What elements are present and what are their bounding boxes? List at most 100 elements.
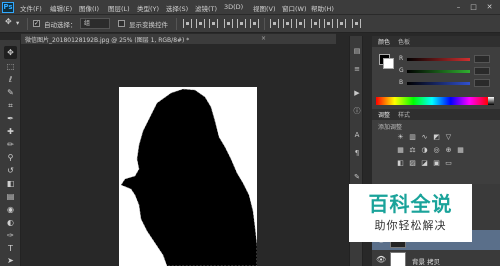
color-spectrum-bar[interactable] [376, 97, 488, 105]
auto-align-icon[interactable] [352, 19, 361, 28]
layer-thumbnail [390, 252, 406, 266]
color-balance-icon[interactable]: ⚖ [408, 146, 417, 155]
background-color-swatch[interactable] [383, 58, 394, 69]
exposure-icon[interactable]: ◩ [432, 133, 441, 142]
curves-icon[interactable]: ∿ [420, 133, 429, 142]
menu-layer[interactable]: 图层(L) [108, 3, 130, 13]
tab-swatches[interactable]: 色板 [398, 37, 410, 46]
info-panel-icon[interactable]: ⓘ [352, 106, 362, 116]
history-panel-icon[interactable]: ▤ [352, 46, 362, 56]
align-right-icon[interactable] [250, 19, 259, 28]
channel-mixer-icon[interactable]: ⊕ [444, 146, 453, 155]
photo-filter-icon[interactable]: ◎ [432, 146, 441, 155]
vibrance-icon[interactable]: ▽ [444, 133, 453, 142]
show-transform-checkbox[interactable] [118, 20, 125, 27]
adjustments-panel-tabs: 调整 样式 [372, 109, 500, 120]
move-tool-preset-icon[interactable]: ✥ [5, 17, 12, 26]
photoshop-logo: Ps [2, 2, 14, 13]
document-tab-title: 微信图片_20180128192B.jpg @ 25% (图层 1, RGB/8… [25, 37, 190, 44]
distribute-right-icon[interactable] [337, 19, 346, 28]
menu-view[interactable]: 视图(V) [253, 3, 276, 13]
chevron-down-icon[interactable]: ▾ [16, 19, 19, 27]
grayscale-ramp[interactable] [488, 97, 494, 105]
menu-select[interactable]: 选择(S) [166, 3, 188, 13]
menu-window[interactable]: 窗口(W) [282, 3, 307, 13]
layer-name: 背景 拷贝 [412, 258, 441, 266]
slider-value-g[interactable] [474, 67, 490, 75]
stamp-tool-icon[interactable]: ⚲ [4, 151, 17, 164]
threshold-icon[interactable]: ◪ [420, 159, 429, 168]
menu-file[interactable]: 文件(F) [20, 3, 42, 13]
align-top-icon[interactable] [183, 19, 192, 28]
align-bottom-icon[interactable] [209, 19, 218, 28]
properties-panel-icon[interactable]: ≡ [352, 64, 362, 74]
layer-row[interactable]: 👁 背景 拷贝 [372, 250, 500, 266]
brush-panel-icon[interactable]: ✎ [352, 172, 362, 182]
close-icon[interactable]: ✕ [484, 2, 495, 12]
canvas-area[interactable] [21, 44, 337, 266]
healing-tool-icon[interactable]: ✚ [4, 125, 17, 138]
menu-image[interactable]: 图像(I) [79, 3, 99, 13]
invert-icon[interactable]: ◧ [396, 159, 405, 168]
quick-select-tool-icon[interactable]: ✎ [4, 86, 17, 99]
minimize-icon[interactable]: – [453, 2, 464, 12]
slider-label-b: B [399, 79, 404, 86]
tab-color[interactable]: 颜色 [378, 37, 390, 46]
blur-tool-icon[interactable]: ◉ [4, 203, 17, 216]
distribute-left-icon[interactable] [311, 19, 320, 28]
posterize-icon[interactable]: ▨ [408, 159, 417, 168]
slider-r[interactable] [407, 58, 470, 61]
marquee-tool-icon[interactable]: ⬚ [4, 60, 17, 73]
distribute-top-icon[interactable] [270, 19, 279, 28]
distribute-bottom-icon[interactable] [296, 19, 305, 28]
slider-g[interactable] [407, 70, 470, 73]
color-lookup-icon[interactable]: ▦ [456, 146, 465, 155]
distribute-vcenter-icon[interactable] [283, 19, 292, 28]
path-select-tool-icon[interactable]: ➤ [4, 254, 17, 266]
actions-panel-icon[interactable]: ▶ [352, 88, 362, 98]
hue-saturation-icon[interactable]: ▦ [396, 146, 405, 155]
dodge-tool-icon[interactable]: ◐ [4, 216, 17, 229]
tab-adjustments[interactable]: 调整 [378, 110, 390, 119]
brightness-icon[interactable]: ☀ [396, 133, 405, 142]
watermark-subtitle: 助你轻松解决 [374, 219, 447, 232]
align-vcenter-icon[interactable] [196, 19, 205, 28]
pen-tool-icon[interactable]: ✑ [4, 229, 17, 242]
levels-icon[interactable]: ▥ [408, 133, 417, 142]
watermark-badge: 百科全说 助你轻松解决 [349, 184, 472, 242]
document-tab[interactable]: 微信图片_20180128192B.jpg @ 25% (图层 1, RGB/8… [21, 33, 336, 44]
history-brush-tool-icon[interactable]: ↺ [4, 164, 17, 177]
options-bar: ✥ ▾ ✓ 自动选择： 组 显示变换控件 [0, 15, 500, 33]
align-left-icon[interactable] [224, 19, 233, 28]
tab-styles[interactable]: 样式 [398, 110, 410, 119]
eyedropper-tool-icon[interactable]: ✒ [4, 112, 17, 125]
menu-help[interactable]: 帮助(H) [311, 3, 334, 13]
watermark-title: 百科全说 [368, 192, 453, 216]
slider-value-b[interactable] [474, 79, 490, 87]
brush-tool-icon[interactable]: ✏ [4, 138, 17, 151]
menu-3d[interactable]: 3D(D) [224, 3, 243, 11]
gradient-map-icon[interactable]: ▭ [444, 159, 453, 168]
menu-type[interactable]: 类型(Y) [137, 3, 159, 13]
character-panel-icon[interactable]: A [352, 130, 362, 140]
lasso-tool-icon[interactable]: ℓ [4, 73, 17, 86]
align-hcenter-icon[interactable] [237, 19, 246, 28]
document-close-icon[interactable]: × [261, 35, 266, 42]
crop-tool-icon[interactable]: ⌗ [4, 99, 17, 112]
slider-b[interactable] [407, 82, 470, 85]
auto-select-dropdown[interactable]: 组 [80, 18, 110, 29]
color-panel-tabs: 颜色 色板 [372, 36, 500, 47]
paragraph-panel-icon[interactable]: ¶ [352, 148, 362, 158]
gradient-tool-icon[interactable]: ▤ [4, 190, 17, 203]
menu-filter[interactable]: 滤镜(T) [195, 3, 217, 13]
eraser-tool-icon[interactable]: ◧ [4, 177, 17, 190]
black-white-icon[interactable]: ◑ [420, 146, 429, 155]
visibility-eye-icon[interactable]: 👁 [376, 255, 386, 264]
distribute-hcenter-icon[interactable] [324, 19, 333, 28]
move-tool-icon[interactable]: ✥ [4, 46, 17, 59]
menu-edit[interactable]: 编辑(E) [50, 3, 72, 13]
slider-value-r[interactable] [474, 55, 490, 63]
auto-select-checkbox[interactable]: ✓ [33, 20, 40, 27]
selective-color-icon[interactable]: ▣ [432, 159, 441, 168]
maximize-icon[interactable]: □ [468, 2, 479, 12]
